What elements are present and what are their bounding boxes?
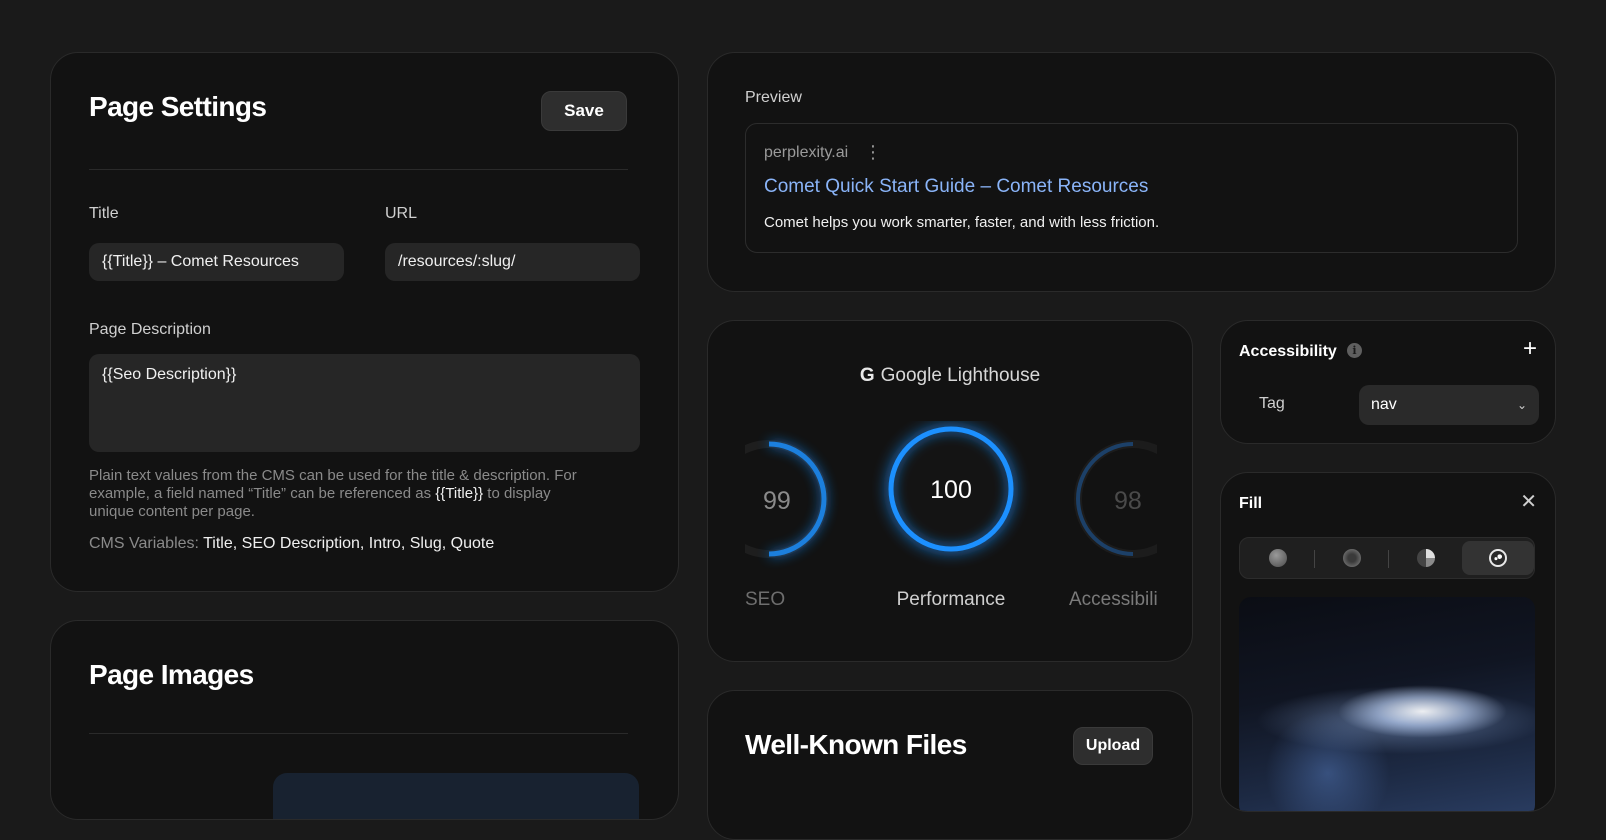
chevron-down-icon: ⌄: [1516, 398, 1527, 412]
title-label: Title: [89, 205, 119, 222]
page-description-label: Page Description: [89, 321, 211, 338]
snippet-domain: perplexity.ai: [764, 144, 849, 161]
tag-select-value: nav: [1371, 396, 1397, 413]
page-settings-card: Page Settings Save Title {{Title}} – Com…: [50, 52, 679, 592]
search-snippet: perplexity.ai ⋮ Comet Quick Start Guide …: [745, 123, 1518, 253]
conic-gradient-icon: [1417, 549, 1435, 567]
close-icon[interactable]: ✕: [1520, 489, 1537, 514]
fill-radial-option[interactable]: [1316, 541, 1388, 575]
help-line-1: Plain text values from the CMS can be us…: [89, 467, 577, 484]
radial-gradient-icon: [1343, 549, 1361, 567]
add-icon[interactable]: +: [1523, 335, 1537, 363]
help-line-3: unique content per page.: [89, 503, 255, 520]
solid-fill-icon: [1269, 549, 1287, 567]
page-images-title: Page Images: [89, 659, 254, 690]
divider: [89, 169, 628, 170]
separator: [1314, 550, 1315, 568]
url-label: URL: [385, 205, 418, 222]
help-line-2: example, a field named “Title” can be re…: [89, 485, 551, 502]
save-button[interactable]: Save: [541, 91, 627, 131]
title-input[interactable]: {{Title}} – Comet Resources: [89, 243, 344, 281]
score-carousel[interactable]: 99 100 98 SEO Performance Accessibility: [745, 421, 1157, 621]
tag-select[interactable]: nav ⌄: [1359, 385, 1539, 425]
page-settings-title: Page Settings: [89, 91, 267, 122]
accessibility-label: Accessibility: [1069, 589, 1157, 610]
score-gauges: 99 100 98 SEO Performance Accessibility: [745, 421, 1157, 610]
galaxy-image-preview[interactable]: [1239, 597, 1535, 811]
performance-label: Performance: [897, 589, 1006, 610]
info-icon[interactable]: i: [1347, 343, 1362, 358]
help-text: Plain text values from the CMS can be us…: [89, 467, 649, 521]
fill-type-segmented-control: [1239, 537, 1535, 579]
accessibility-card: Accessibility i + Tag nav ⌄: [1220, 320, 1556, 444]
separator: [1388, 550, 1389, 568]
performance-score: 100: [930, 476, 972, 504]
fill-title: Fill: [1239, 495, 1263, 512]
upload-button[interactable]: Upload: [1073, 727, 1153, 765]
tag-label: Tag: [1259, 395, 1285, 412]
preview-card: Preview perplexity.ai ⋮ Comet Quick Star…: [707, 52, 1556, 292]
snippet-description: Comet helps you work smarter, faster, an…: [764, 214, 1160, 231]
cms-variables-list: Title, SEO Description, Intro, Slug, Quo…: [203, 535, 495, 552]
google-icon: G: [859, 365, 875, 386]
title-variable: {{Title}}: [435, 485, 484, 502]
image-fill-icon: [1489, 549, 1507, 567]
accessibility-score: 98: [1114, 487, 1142, 515]
seo-score: 99: [763, 487, 791, 515]
snippet-title[interactable]: Comet Quick Start Guide – Comet Resource…: [764, 176, 1148, 198]
lighthouse-card: G Google Lighthouse 99 100 98 SEO Perfor…: [707, 320, 1193, 662]
url-input[interactable]: /resources/:slug/: [385, 243, 640, 281]
image-dropzone[interactable]: [273, 773, 639, 819]
cms-variables-label: CMS Variables:: [89, 535, 204, 552]
lighthouse-title-text: Google Lighthouse: [880, 365, 1041, 386]
fill-conic-option[interactable]: [1390, 541, 1462, 575]
accessibility-title: Accessibility: [1239, 343, 1337, 360]
divider: [89, 733, 628, 734]
well-known-files-card: Well-Known Files Upload: [707, 690, 1193, 840]
lighthouse-title: G Google Lighthouse: [708, 365, 1192, 387]
more-options-icon[interactable]: ⋮: [864, 142, 882, 163]
seo-label: SEO: [745, 589, 785, 610]
fill-solid-option[interactable]: [1242, 541, 1314, 575]
page-description-textarea[interactable]: {{Seo Description}}: [89, 354, 640, 452]
page-images-card: Page Images: [50, 620, 679, 820]
preview-label: Preview: [745, 89, 802, 106]
well-known-files-title: Well-Known Files: [745, 729, 967, 760]
fill-image-option[interactable]: [1462, 541, 1534, 575]
fill-card: Fill ✕: [1220, 472, 1556, 812]
cms-variables: CMS Variables: Title, SEO Description, I…: [89, 535, 494, 553]
